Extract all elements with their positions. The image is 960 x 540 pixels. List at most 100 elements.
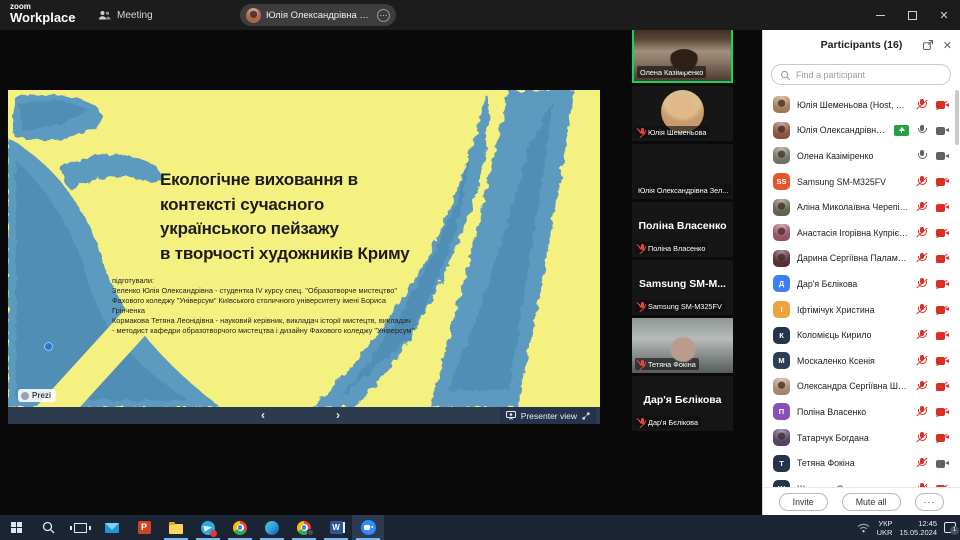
participant-name: Олександра Сергіївна Шпак <box>797 381 909 391</box>
camera-status-icon <box>936 279 949 289</box>
tab-meeting[interactable]: Meeting <box>98 5 153 25</box>
prezi-logo-icon <box>21 392 29 400</box>
avatar: SS <box>773 173 790 190</box>
search-input[interactable] <box>796 65 946 84</box>
video-tile[interactable]: Тетяна Фокіна <box>632 318 733 373</box>
participant-name-label: Юлія Шеменьова <box>635 126 709 138</box>
scrollbar-thumb[interactable] <box>955 90 959 145</box>
participant-name: Юлія Шеменьова (Host, me) <box>797 100 909 110</box>
participant-name-label: Тетяна Фокіна <box>635 358 699 370</box>
participant-row[interactable]: М Москаленко Ксенія <box>763 348 959 374</box>
more-options-button[interactable]: ··· <box>915 493 945 511</box>
participant-row[interactable]: Олена Казіміренко <box>763 143 959 169</box>
mic-status-icon <box>916 99 927 111</box>
invite-button[interactable]: Invite <box>779 493 828 511</box>
next-slide-button[interactable]: › <box>330 407 346 424</box>
participant-row[interactable]: Аліна Миколаївна Черепінська <box>763 194 959 220</box>
video-tile[interactable]: Поліна Власенко Поліна Власенко <box>632 202 733 257</box>
participant-row[interactable]: І Іфтімічук Христина <box>763 297 959 323</box>
prezi-badge[interactable]: Prezi <box>18 389 56 402</box>
maximize-button[interactable] <box>896 0 928 30</box>
video-tile[interactable]: Юлія Шеменьова <box>632 86 733 141</box>
mic-muted-icon <box>638 302 646 311</box>
taskbar-word[interactable]: W <box>320 515 352 540</box>
mic-status-icon <box>916 329 927 341</box>
slide-title-line: в творчості художників Криму <box>160 242 410 267</box>
participant-row[interactable]: Д Дар'я Бєлікова <box>763 271 959 297</box>
chevron-down-icon[interactable]: ⌄ <box>70 11 78 22</box>
action-center-icon[interactable]: 1 <box>944 522 956 533</box>
participant-row[interactable]: Юлія Шеменьова (Host, me) <box>763 92 959 118</box>
close-window-button[interactable]: ✕ <box>928 0 960 30</box>
name-text: Олена Казіміренко <box>640 68 703 77</box>
participant-list: Юлія Шеменьова (Host, me) Юлія Олександр… <box>763 92 959 487</box>
minimize-button[interactable] <box>864 0 896 30</box>
avatar <box>773 429 790 446</box>
participant-row[interactable]: П Поліна Власенко <box>763 399 959 425</box>
prev-slide-button[interactable]: ‹ <box>255 407 271 424</box>
participant-row[interactable]: К Коломієць Кирило <box>763 322 959 348</box>
start-button[interactable] <box>0 515 32 540</box>
expand-icon[interactable] <box>582 412 590 420</box>
taskbar-chrome[interactable] <box>224 515 256 540</box>
participant-row[interactable]: Анастасія Ігорівна Купрієнко <box>763 220 959 246</box>
participant-name: Юлія Олександрівна Зелен... <box>797 125 887 135</box>
mute-all-button[interactable]: Mute all <box>842 493 901 511</box>
participant-row[interactable]: Дарина Сергіївна Паламарчук <box>763 246 959 272</box>
avatar <box>773 147 790 164</box>
taskbar-mail[interactable] <box>96 515 128 540</box>
video-tile[interactable]: Юлія Олександрівна Зел... <box>632 144 733 199</box>
participant-name: Татарчук Богдана <box>797 433 909 443</box>
participant-row[interactable]: Татарчук Богдана <box>763 425 959 451</box>
slide-title-line: українського пейзажу <box>160 217 410 242</box>
camera-status-icon <box>936 407 949 417</box>
participant-row[interactable]: Т Тетяна Фокіна <box>763 450 959 476</box>
video-tile-active-speaker[interactable]: Олена Казіміренко <box>632 25 733 83</box>
video-tile[interactable]: Дар'я Бєлікова Дар'я Бєлікова <box>632 376 733 431</box>
mic-muted-icon <box>638 418 646 427</box>
people-icon <box>98 10 111 21</box>
video-tile[interactable]: Samsung SM-M... Samsung SM-M325FV <box>632 260 733 315</box>
video-thumbnail-strip: Олена Казіміренко Юлія Шеменьова Юлія Ол… <box>632 25 733 434</box>
close-panel-icon[interactable]: ✕ <box>943 39 952 52</box>
participant-name: Іфтімічук Христина <box>797 305 909 315</box>
taskbar-powerpoint[interactable]: P <box>128 515 160 540</box>
tray-date: 15.05.2024 <box>899 528 937 537</box>
participant-name: Анастасія Ігорівна Купрієнко <box>797 228 909 238</box>
taskbar-edge[interactable] <box>256 515 288 540</box>
wifi-icon[interactable] <box>857 523 870 533</box>
telegram-icon <box>201 521 215 535</box>
tab-more-icon[interactable]: ⋯ <box>377 9 390 22</box>
clock[interactable]: 12:45 15.05.2024 <box>899 519 937 537</box>
name-text: Тетяна Фокіна <box>648 360 696 369</box>
language-indicator[interactable]: УКР UKR <box>877 519 893 537</box>
taskbar-telegram[interactable] <box>192 515 224 540</box>
slide-title: Екологічне виховання в контексті сучасно… <box>160 168 410 266</box>
avatar <box>246 8 261 23</box>
taskbar-search-button[interactable] <box>32 515 64 540</box>
screen-share-badge <box>894 125 909 136</box>
tab-active-meeting[interactable]: Юлія Олександрівна Зеленко's ⋯ <box>240 4 396 26</box>
participant-row[interactable]: Юлія Олександрівна Зелен... <box>763 118 959 144</box>
taskbar-zoom[interactable] <box>352 515 384 540</box>
avatar <box>773 199 790 216</box>
avatar: І <box>773 301 790 318</box>
participant-row[interactable]: SS Samsung SM-M325FV <box>763 169 959 195</box>
window-titlebar: zoom Workplace ⌄ Meeting Юлія Олександрі… <box>0 0 960 30</box>
popout-icon[interactable] <box>922 39 934 51</box>
slide-title-line: контексті сучасного <box>160 193 410 218</box>
participant-name-label: Поліна Власенко <box>635 242 708 254</box>
mic-muted-icon <box>638 128 646 137</box>
presenter-view-button[interactable]: Presenter view <box>500 407 596 424</box>
avatar: Ш <box>773 480 790 487</box>
mic-status-icon <box>916 176 927 188</box>
search-box[interactable] <box>771 64 951 85</box>
participant-name: Олена Казіміренко <box>797 151 909 161</box>
participant-row[interactable]: Ш Шаповал Олександра <box>763 476 959 487</box>
taskbar-chrome-profile[interactable] <box>288 515 320 540</box>
task-view-button[interactable] <box>64 515 96 540</box>
taskbar-file-explorer[interactable] <box>160 515 192 540</box>
participant-row[interactable]: Олександра Сергіївна Шпак <box>763 374 959 400</box>
name-text: Samsung SM-M325FV <box>648 302 722 311</box>
search-icon <box>42 521 55 534</box>
